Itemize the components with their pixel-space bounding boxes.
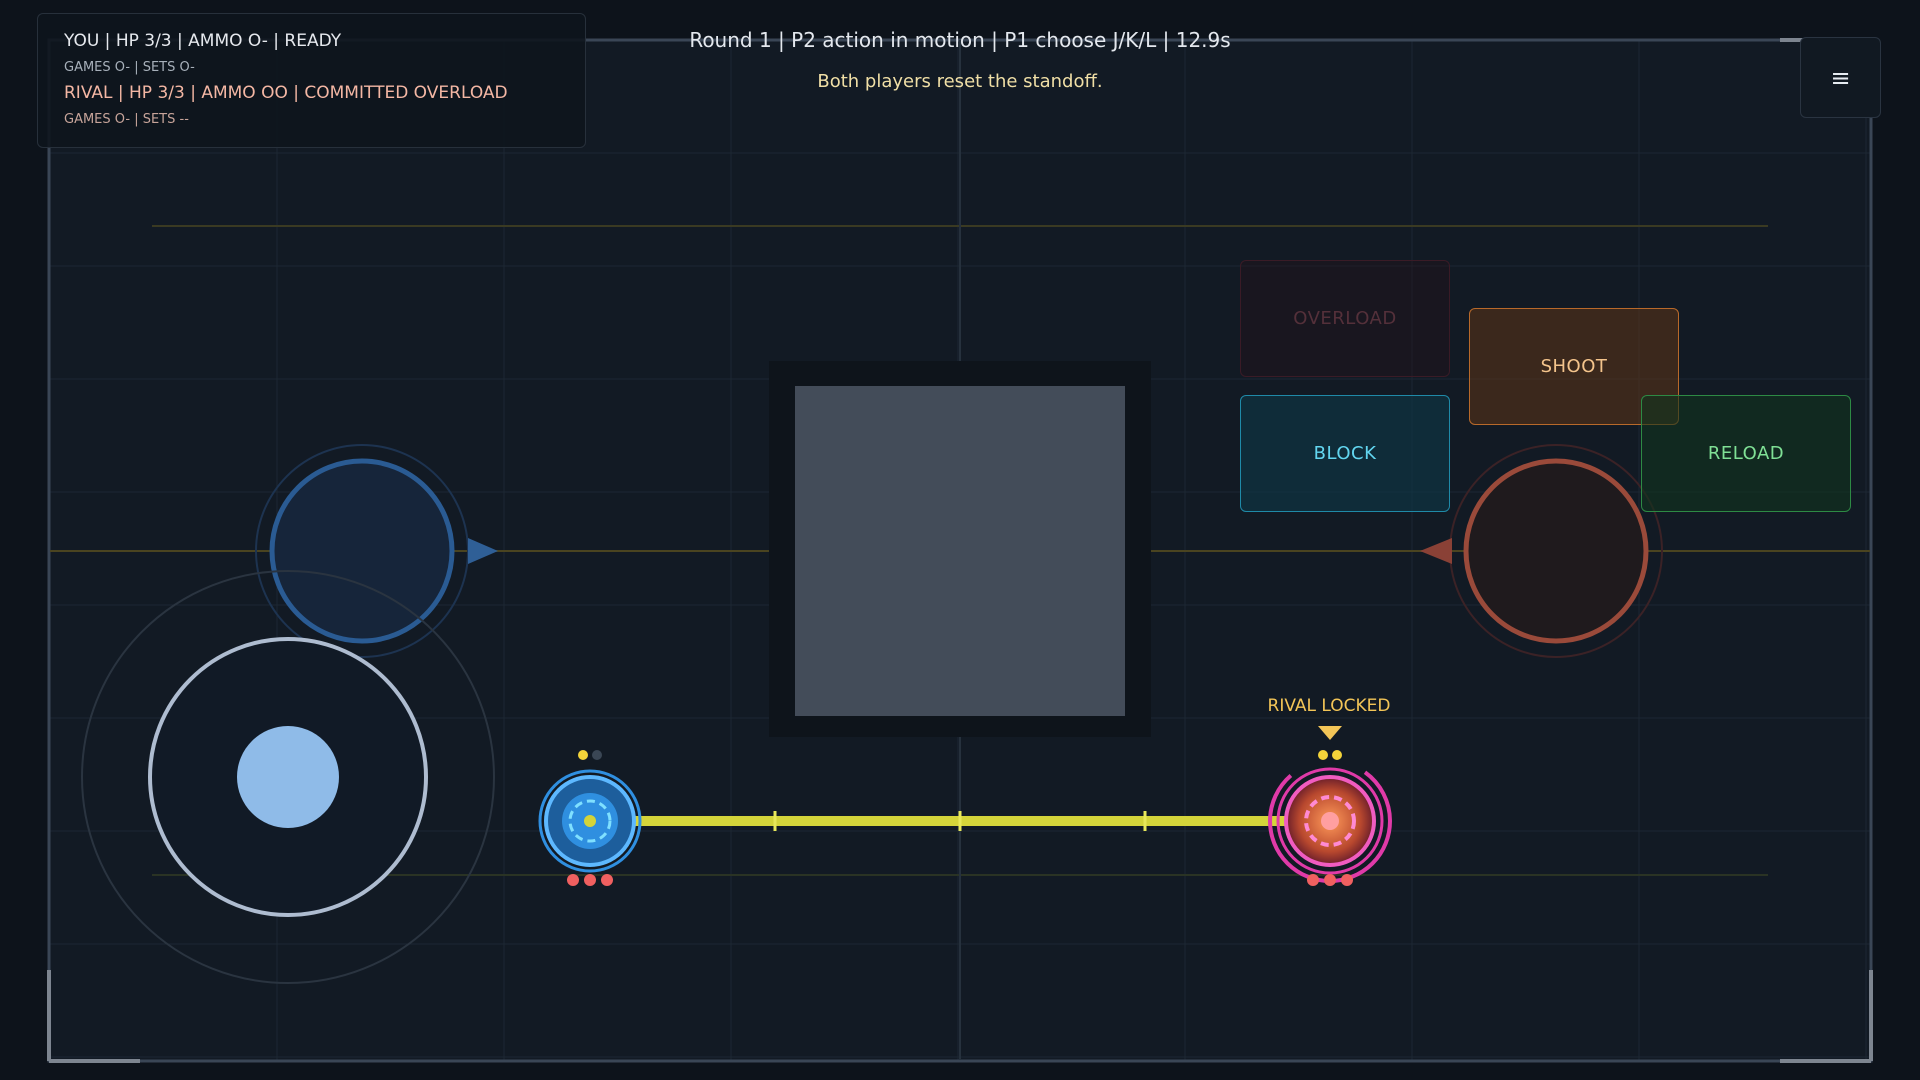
rival-fighter xyxy=(1268,759,1392,883)
player-record-line: GAMES O- | SETS O- xyxy=(64,60,195,75)
player-status-line: YOU | HP 3/3 | AMMO O- | READY xyxy=(64,31,342,51)
round-status: Round 1 | P2 action in motion | P1 choos… xyxy=(689,28,1231,52)
player-aim-ring xyxy=(269,458,455,644)
rival-hp-pips xyxy=(1307,874,1353,886)
ammo-pip xyxy=(1332,750,1342,760)
hp-pip xyxy=(1307,874,1319,886)
event-message: Both players reset the standoff. xyxy=(817,71,1103,92)
player-hp-pips xyxy=(567,874,613,886)
hp-pip xyxy=(584,874,596,886)
hp-pip xyxy=(567,874,579,886)
rival-status-line: RIVAL | HP 3/3 | AMMO OO | COMMITTED OVE… xyxy=(64,83,508,103)
rival-record-line: GAMES O- | SETS -- xyxy=(64,112,189,127)
scoreboard-panel: YOU | HP 3/3 | AMMO O- | READY GAMES O- … xyxy=(37,13,586,148)
block-button[interactable]: BLOCK xyxy=(1240,395,1450,512)
hp-pip xyxy=(1341,874,1353,886)
center-obstacle xyxy=(795,386,1125,716)
hp-pip xyxy=(601,874,613,886)
ammo-pip xyxy=(1318,750,1328,760)
rival-locked-label: RIVAL LOCKED xyxy=(1267,696,1391,716)
rival-aim-ring xyxy=(1463,458,1649,644)
arena-scene xyxy=(47,38,1873,1063)
player-fighter xyxy=(538,769,642,873)
menu-button[interactable]: ≡ xyxy=(1800,37,1881,118)
hp-pip xyxy=(1324,874,1336,886)
joystick-knob[interactable] xyxy=(237,726,339,828)
hamburger-icon: ≡ xyxy=(1830,63,1851,92)
overload-button[interactable]: OVERLOAD xyxy=(1240,260,1450,377)
ammo-pip xyxy=(578,750,588,760)
ammo-pip xyxy=(592,750,602,760)
reload-button[interactable]: RELOAD xyxy=(1641,395,1851,512)
